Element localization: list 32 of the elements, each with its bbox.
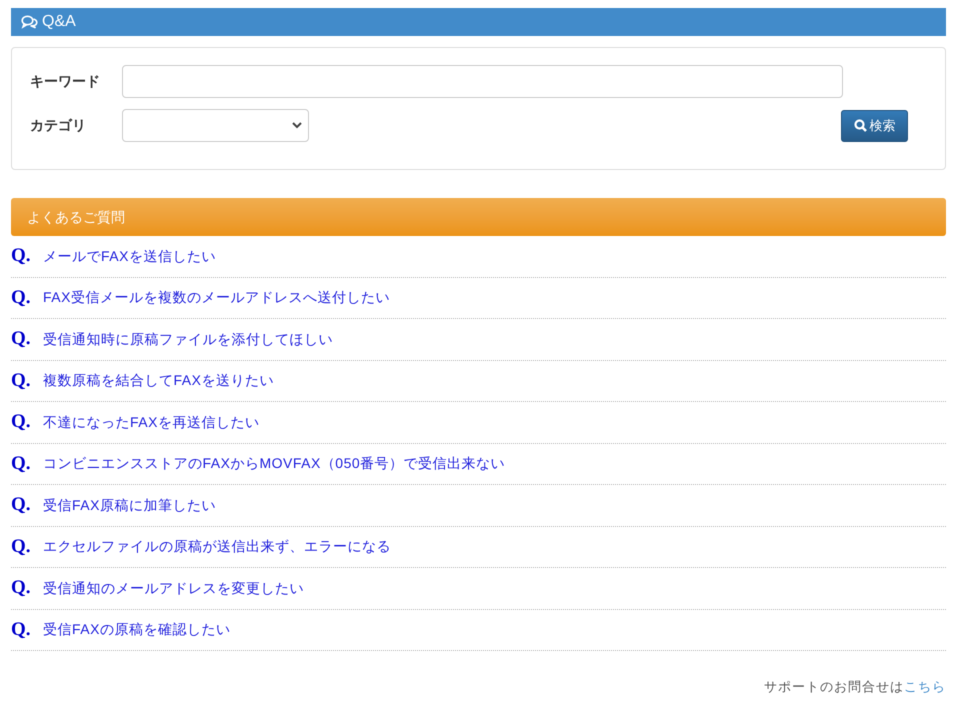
question-marker: Q. [11, 618, 32, 642]
support-note: サポートのお問合せは こちら [764, 678, 946, 696]
question-link[interactable]: 複数原稿を結合してFAXを送りたい [43, 370, 274, 392]
question-marker: Q. [11, 368, 32, 392]
question-marker: Q. [11, 286, 32, 310]
question-link[interactable]: 不達になったFAXを再送信したい [43, 412, 260, 433]
question-link[interactable]: 受信FAX原稿に加筆したい [43, 494, 216, 516]
search-icon [854, 119, 866, 132]
question-link[interactable]: コンビニエンスストアのFAXからMOVFAX（050番号）で受信出来ない [43, 453, 506, 474]
question-marker: Q. [11, 327, 32, 351]
question-link[interactable]: 受信FAXの原稿を確認したい [43, 619, 230, 640]
category-label: カテゴリ [30, 116, 87, 135]
keyword-label: キーワード [30, 72, 101, 91]
question-marker: Q. [11, 576, 32, 600]
chevron-down-icon [292, 122, 302, 129]
keyword-field[interactable] [122, 65, 843, 98]
search-button[interactable]: 検索 [841, 110, 908, 142]
question-marker: Q. [11, 410, 32, 434]
category-dropdown[interactable] [122, 109, 309, 142]
chat-bubbles-icon [21, 15, 38, 29]
faq-title: よくあるご質問 [27, 208, 125, 226]
question-link[interactable]: エクセルファイルの原稿が送信出来ず、エラーになる [43, 536, 391, 558]
question-marker: Q. [11, 493, 32, 517]
question-marker: Q. [11, 534, 32, 558]
question-link[interactable]: メールでFAXを送信したい [43, 246, 216, 267]
question-link[interactable]: FAX受信メールを複数のメールアドレスへ送付したい [43, 287, 390, 308]
question-link[interactable]: 受信通知のメールアドレスを変更したい [43, 578, 304, 599]
contact-link[interactable]: こちら [904, 679, 946, 694]
question-marker: Q. [11, 452, 32, 476]
question-link[interactable]: 受信通知時に原稿ファイルを添付してほしい [43, 328, 333, 350]
page-title: Q&A [42, 12, 76, 32]
question-marker: Q. [11, 244, 32, 268]
